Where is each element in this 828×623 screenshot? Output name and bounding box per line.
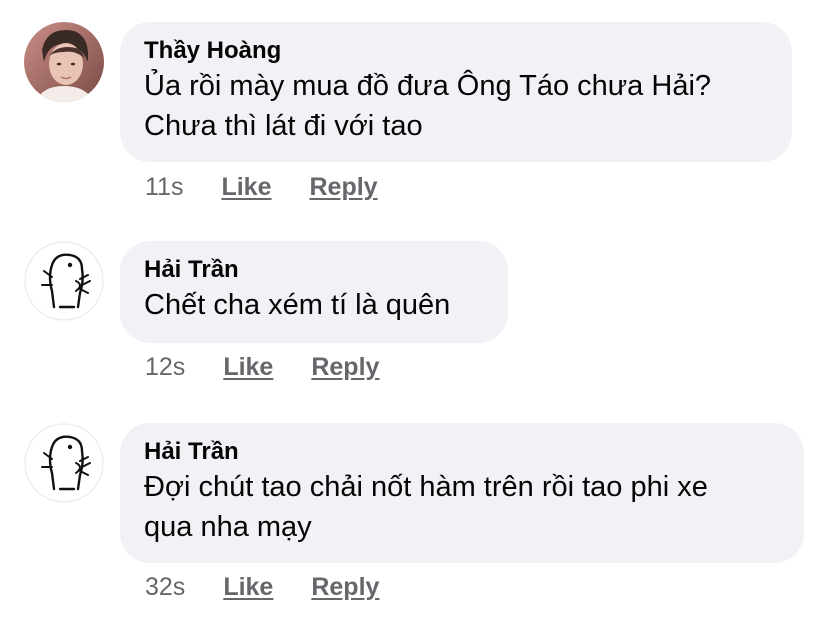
avatar[interactable] [24, 423, 104, 503]
comment-bubble: Hải Trần Chết cha xém tí là quên [120, 241, 508, 343]
like-button[interactable]: Like [223, 352, 273, 382]
profile-photo-icon [24, 22, 104, 102]
comment-timestamp[interactable]: 11s [145, 172, 183, 202]
comment-bubble: Thầy Hoàng Ủa rồi mày mua đồ đưa Ông Táo… [120, 22, 792, 162]
comment-actions: 32s Like Reply [145, 572, 417, 602]
comment-text-line: Đợi chút tao chải nốt hàm trên rồi tao p… [144, 471, 708, 503]
comment-timestamp[interactable]: 12s [145, 352, 185, 382]
comment-bubble: Hải Trần Đợi chút tao chải nốt hàm trên … [120, 423, 804, 563]
like-button[interactable]: Like [223, 572, 273, 602]
comment-actions: 12s Like Reply [145, 352, 417, 382]
reply-button[interactable]: Reply [309, 172, 377, 202]
reply-button[interactable]: Reply [311, 352, 379, 382]
avatar[interactable] [24, 22, 104, 102]
doodle-avatar-icon [24, 423, 104, 503]
comment-text-line: Ủa rồi mày mua đồ đưa Ông Táo chưa Hải? [144, 70, 712, 102]
comment-author[interactable]: Thầy Hoàng [144, 36, 766, 66]
comment-actions: 11s Like Reply [145, 172, 416, 202]
like-button[interactable]: Like [221, 172, 271, 202]
reply-button[interactable]: Reply [311, 572, 379, 602]
avatar[interactable] [24, 241, 104, 321]
comment-author[interactable]: Hải Trần [144, 437, 778, 467]
comment-text-line: Chết cha xém tí là quên [144, 289, 451, 321]
comment-text-line: Chưa thì lát đi với tao [144, 110, 423, 142]
comment-author[interactable]: Hải Trần [144, 255, 482, 285]
doodle-avatar-icon [24, 241, 104, 321]
comment-timestamp[interactable]: 32s [145, 572, 185, 602]
comment-text-line: qua nha mạy [144, 511, 312, 543]
